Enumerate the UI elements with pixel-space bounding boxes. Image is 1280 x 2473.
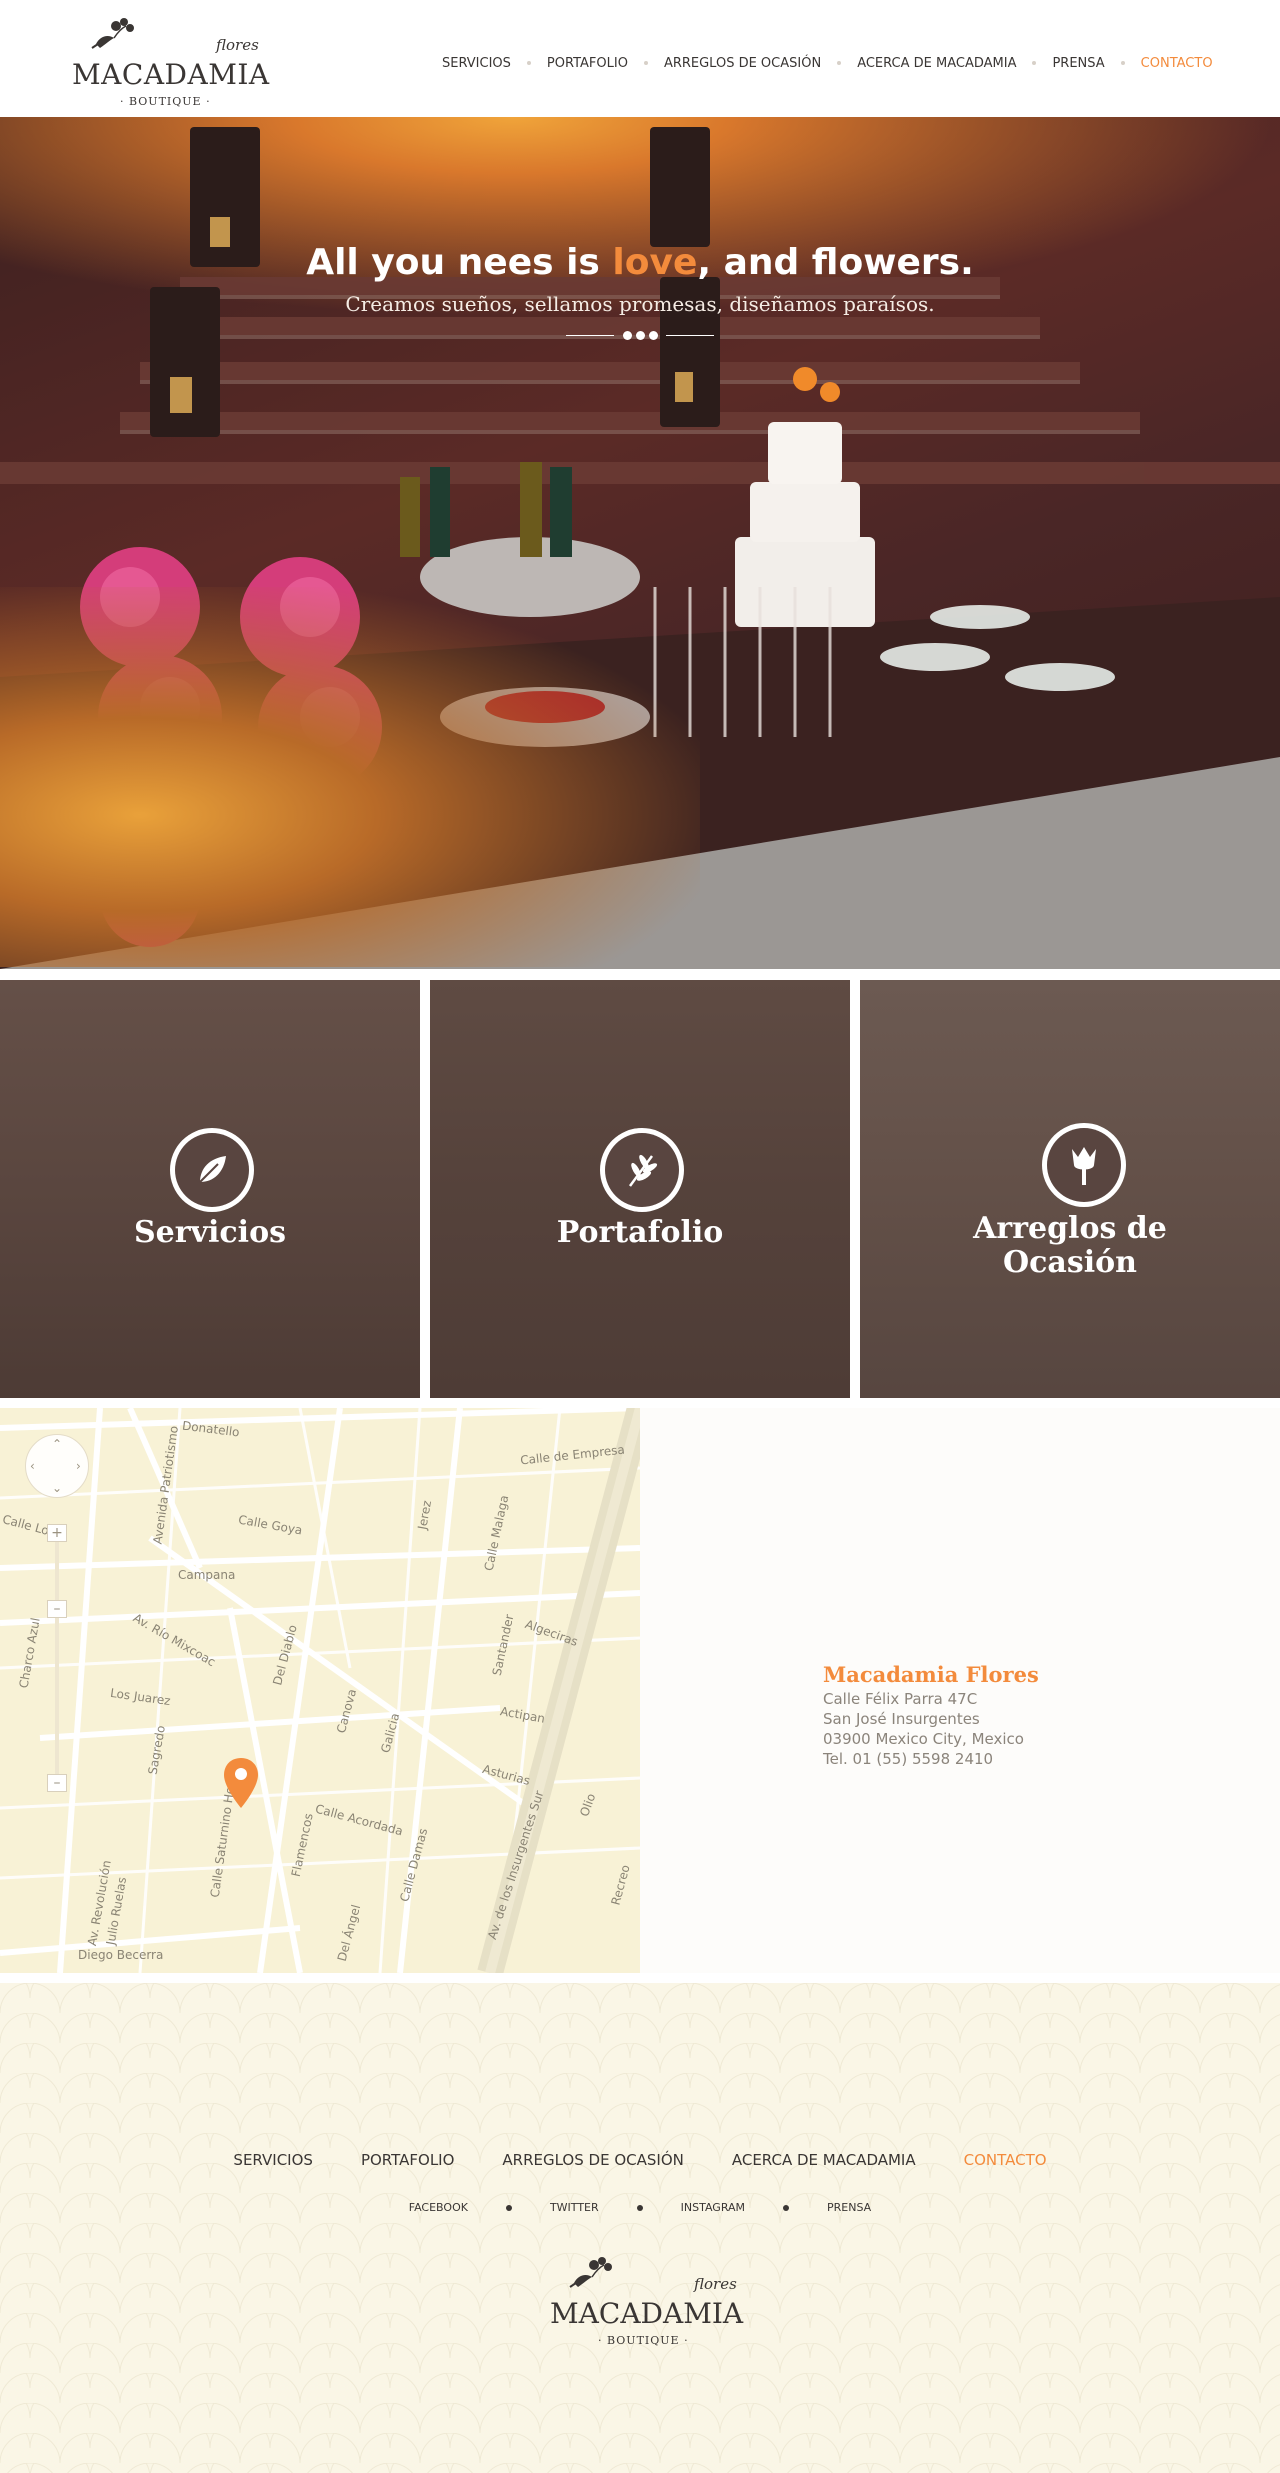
headline-pre: All you nees is	[306, 242, 613, 283]
tile-title: Servicios	[134, 1215, 286, 1250]
nav-servicios[interactable]: SERVICIOS	[442, 56, 511, 71]
slider-dots	[614, 330, 666, 340]
brand-sub: · BOUTIQUE ·	[598, 2334, 689, 2347]
zoom-handle[interactable]: –	[47, 1600, 67, 1618]
address-phone[interactable]: Tel. 01 (55) 5598 2410	[823, 1750, 993, 1768]
footer-nav-contacto[interactable]: CONTACTO	[964, 2151, 1047, 2169]
address-city: 03900 Mexico City, Mexico	[823, 1730, 1024, 1748]
nav-separator	[643, 61, 648, 65]
prensa-link[interactable]: PRENSA	[827, 2201, 871, 2214]
slider-dot[interactable]	[648, 330, 658, 340]
slider-pagination	[566, 328, 714, 342]
brand-sub: · BOUTIQUE ·	[120, 95, 211, 108]
tile-badge	[600, 1128, 684, 1212]
contact-address: Macadamia Flores Calle Félix Parra 47C S…	[640, 1408, 1280, 1973]
zoom-out-button[interactable]: –	[47, 1774, 67, 1792]
nav-prensa[interactable]: PRENSA	[1052, 56, 1104, 71]
nav-arreglos[interactable]: ARREGLOS DE OCASIÓN	[664, 56, 821, 71]
nav-separator	[1120, 61, 1125, 65]
chevron-up-icon[interactable]: ⌃	[52, 1437, 62, 1451]
bullet-separator	[636, 2204, 643, 2211]
site-header: flores MACADAMIA · BOUTIQUE · SERVICIOS …	[0, 0, 1280, 117]
business-name: Macadamia Flores	[823, 1662, 1039, 1687]
street-label: Campana	[178, 1568, 236, 1582]
tulip-icon	[1047, 1128, 1121, 1202]
bird-flower-icon	[569, 2257, 612, 2288]
hero-headline: All you nees is love, and flowers.	[0, 242, 1280, 283]
map-pin-icon[interactable]	[224, 1758, 258, 1808]
twitter-link[interactable]: TWITTER	[550, 2201, 599, 2214]
chevron-left-icon[interactable]: ‹	[30, 1459, 35, 1473]
footer-nav-arreglos[interactable]: ARREGLOS DE OCASIÓN	[502, 2151, 683, 2169]
brand-script: flores	[216, 36, 259, 54]
footer-nav: SERVICIOS PORTAFOLIO ARREGLOS DE OCASIÓN…	[0, 2151, 1280, 2169]
chevron-down-icon[interactable]: ⌄	[52, 1481, 62, 1495]
bullet-separator	[505, 2204, 512, 2211]
slider-dot[interactable]	[635, 330, 645, 340]
facebook-link[interactable]: FACEBOOK	[409, 2201, 468, 2214]
map-pan-control[interactable]: ⌃ ⌄ ‹ ›	[25, 1434, 89, 1498]
brand-script: flores	[694, 2275, 737, 2293]
nav-separator	[1032, 61, 1037, 65]
social-links: FACEBOOK TWITTER INSTAGRAM PRENSA	[0, 2201, 1280, 2214]
footer-nav-servicios[interactable]: SERVICIOS	[233, 2151, 313, 2169]
footer-logo[interactable]: flores MACADAMIA · BOUTIQUE ·	[548, 2253, 743, 2347]
scallop-pattern	[0, 1983, 1280, 2473]
headline-post: , and flowers.	[697, 242, 974, 283]
bullet-separator	[783, 2204, 790, 2211]
brand-logo[interactable]: flores MACADAMIA · BOUTIQUE ·	[70, 14, 269, 108]
branch-icon	[605, 1133, 679, 1207]
nav-separator	[837, 61, 842, 65]
tile-arreglos[interactable]: Arreglos de Ocasión	[860, 980, 1280, 1398]
tile-title: Arreglos de Ocasión	[973, 1211, 1167, 1280]
leaf-icon	[175, 1133, 249, 1207]
hero-glow	[0, 587, 700, 967]
feature-tiles: Servicios Portafolio Arreglos de Ocasión	[0, 980, 1280, 1398]
tile-badge	[170, 1128, 254, 1212]
instagram-link[interactable]: INSTAGRAM	[681, 2201, 745, 2214]
nav-separator	[526, 61, 531, 65]
brand-name: MACADAMIA	[72, 58, 270, 91]
zoom-slider[interactable]	[55, 1526, 59, 1776]
divider-line	[666, 334, 714, 336]
divider-line	[566, 334, 614, 336]
address-street: Calle Félix Parra 47C	[823, 1690, 978, 1708]
main-nav: SERVICIOS PORTAFOLIO ARREGLOS DE OCASIÓN…	[442, 52, 1213, 74]
site-footer: SERVICIOS PORTAFOLIO ARREGLOS DE OCASIÓN…	[0, 1983, 1280, 2473]
zoom-in-button[interactable]: +	[47, 1524, 67, 1542]
nav-portafolio[interactable]: PORTAFOLIO	[547, 56, 628, 71]
hero-tagline: Creamos sueños, sellamos promesas, diseñ…	[345, 292, 935, 316]
nav-contacto[interactable]: CONTACTO	[1141, 56, 1213, 71]
footer-nav-portafolio[interactable]: PORTAFOLIO	[361, 2151, 454, 2169]
tile-badge	[1042, 1123, 1126, 1207]
nav-acerca[interactable]: ACERCA DE MACADAMIA	[857, 56, 1016, 71]
tile-title: Portafolio	[556, 1215, 724, 1250]
footer-nav-acerca[interactable]: ACERCA DE MACADAMIA	[732, 2151, 916, 2169]
headline-love: love	[612, 242, 698, 283]
tile-portafolio[interactable]: Portafolio	[430, 980, 850, 1398]
chevron-right-icon[interactable]: ›	[76, 1459, 81, 1473]
location-map[interactable]: Donatello Calle de Empresa Calle Goya Ca…	[0, 1408, 640, 1973]
street-label: Diego Becerra	[78, 1948, 164, 1962]
brand-name: MACADAMIA	[550, 2297, 744, 2330]
bird-flower-icon	[91, 18, 134, 49]
hero-banner: All you nees is love, and flowers. Cream…	[0, 117, 1280, 969]
tile-servicios[interactable]: Servicios	[0, 980, 420, 1398]
address-neighborhood: San José Insurgentes	[823, 1710, 980, 1728]
slider-dot[interactable]	[622, 330, 632, 340]
